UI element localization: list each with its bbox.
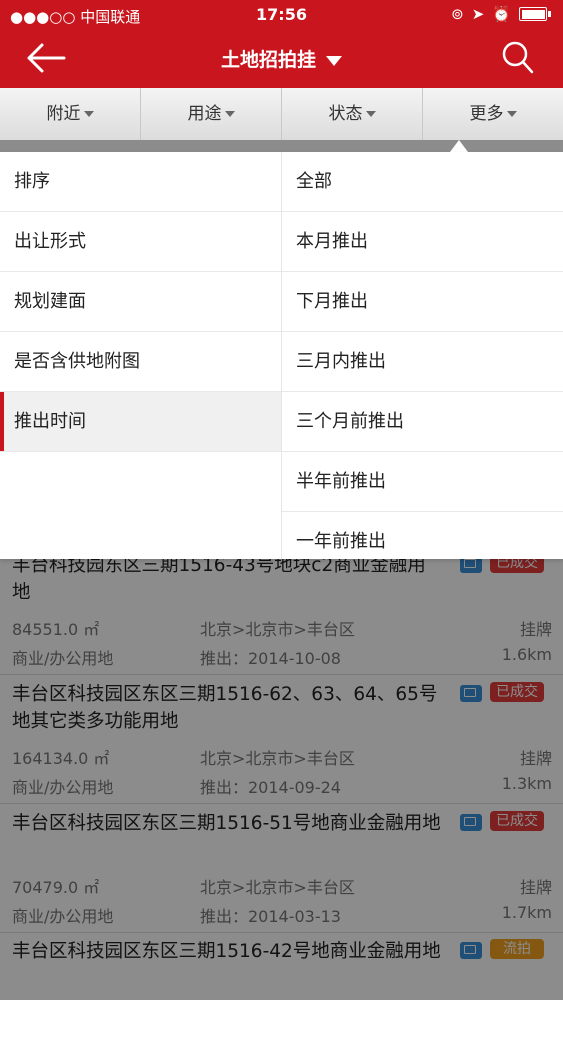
- option-this-month[interactable]: 本月推出: [282, 212, 563, 272]
- caret-down-icon: [365, 111, 376, 117]
- filter-option-list: 全部 本月推出 下月推出 三月内推出 三个月前推出 半年前推出 一年前推出: [282, 152, 563, 559]
- option-one-year-ago[interactable]: 一年前推出: [282, 512, 563, 559]
- filter-category-list: 排序 出让形式 规划建面 是否含供地附图 推出时间: [0, 152, 282, 559]
- filter-nearby[interactable]: 附近: [0, 88, 141, 140]
- option-half-year-ago[interactable]: 半年前推出: [282, 452, 563, 512]
- page-title: 土地招拍挂: [220, 49, 316, 71]
- caret-down-icon: [224, 111, 235, 117]
- chevron-down-icon: [326, 55, 342, 66]
- navigation-bar: 土地招拍挂: [0, 30, 563, 88]
- dropdown-pointer: [450, 140, 468, 152]
- filter-status[interactable]: 状态: [282, 88, 423, 140]
- alarm-icon: ⏰: [492, 5, 511, 23]
- category-planned-area[interactable]: 规划建面: [0, 272, 281, 332]
- caret-down-icon: [83, 111, 94, 117]
- more-dropdown-panel: 排序 出让形式 规划建面 是否含供地附图 推出时间 全部 本月推出 下月推出 三…: [0, 152, 563, 559]
- category-has-map[interactable]: 是否含供地附图: [0, 332, 281, 392]
- category-release-time[interactable]: 推出时间: [0, 392, 281, 452]
- rotation-lock-icon: ⊚: [451, 5, 464, 23]
- page-title-dropdown[interactable]: 土地招拍挂: [0, 45, 563, 72]
- search-icon[interactable]: [501, 40, 535, 76]
- filter-usage[interactable]: 用途: [141, 88, 282, 140]
- option-within-3-months[interactable]: 三月内推出: [282, 332, 563, 392]
- filter-more[interactable]: 更多: [423, 88, 563, 140]
- option-next-month[interactable]: 下月推出: [282, 272, 563, 332]
- location-icon: ➤: [471, 5, 485, 23]
- status-icons: ⊚ ➤ ⏰: [451, 5, 551, 23]
- category-sort[interactable]: 排序: [0, 152, 281, 212]
- battery-icon: [519, 7, 547, 21]
- filter-bar: 附近 用途 状态 更多: [0, 88, 563, 141]
- status-bar: ●●●○○ 中国联通 17:56 ⊚ ➤ ⏰: [0, 0, 563, 30]
- option-all[interactable]: 全部: [282, 152, 563, 212]
- category-transfer-type[interactable]: 出让形式: [0, 212, 281, 272]
- option-3-months-ago[interactable]: 三个月前推出: [282, 392, 563, 452]
- caret-down-icon: [506, 111, 517, 117]
- top-bar: ●●●○○ 中国联通 17:56 ⊚ ➤ ⏰ 土地招拍挂: [0, 0, 563, 88]
